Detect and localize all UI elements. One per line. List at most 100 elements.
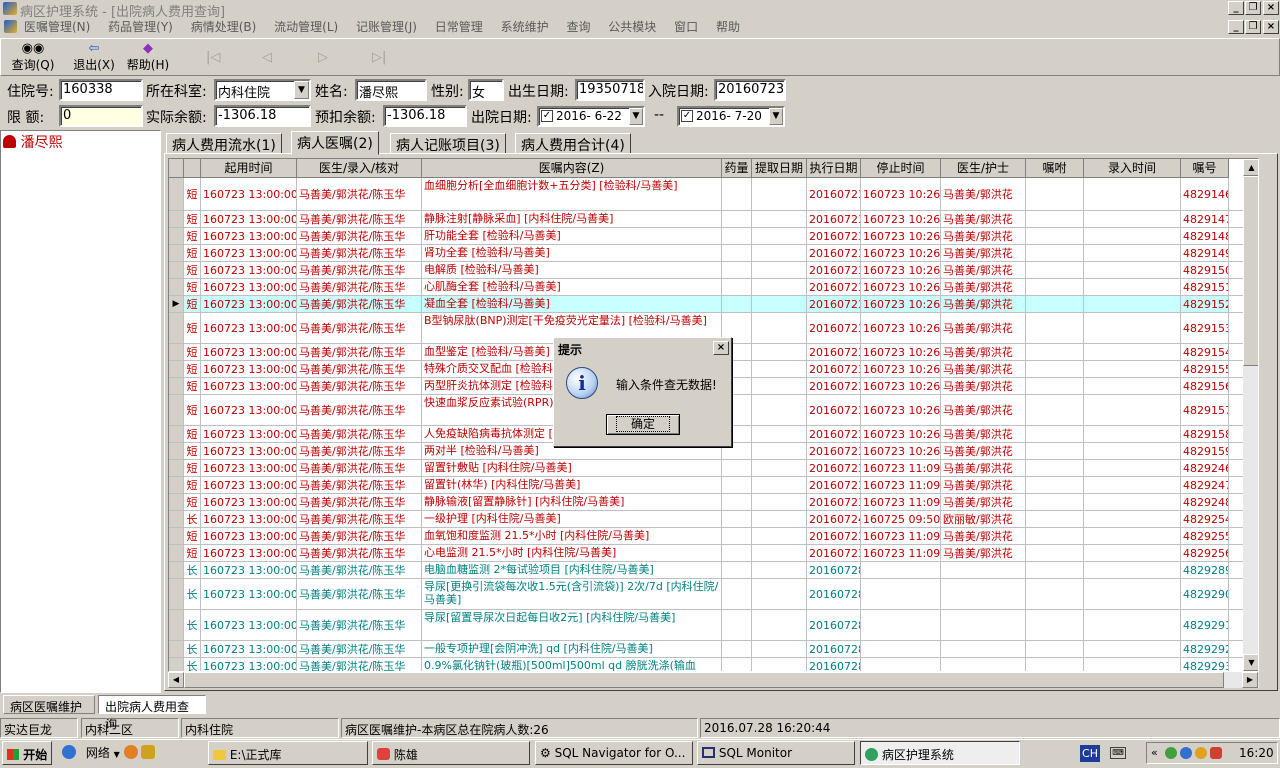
tray-expand-icon[interactable]: « (1151, 746, 1158, 759)
restore-button[interactable]: ❐ (1245, 1, 1261, 15)
scroll-down-icon[interactable]: ▼ (1243, 654, 1258, 671)
menu-public[interactable]: 公共模块 (608, 20, 656, 34)
table-row[interactable]: 长 160723 13:00:00 马善美/郭洪花/陈玉华 0.9%氯化钠针(玻瓶)[… (169, 658, 1258, 671)
col-entry-time[interactable]: 录入时间 (1084, 159, 1181, 178)
table-row[interactable]: 短 160723 13:00:00 马善美/郭洪花/陈玉华 肾功全套 [检验科/马善美… (169, 245, 1258, 262)
row-indicator[interactable] (169, 344, 184, 360)
menu-window[interactable]: 窗口 (674, 20, 698, 34)
tab-fee-total[interactable]: 病人费用合计(4) (515, 133, 631, 154)
ime-indicator[interactable]: CH (1080, 745, 1100, 762)
row-indicator[interactable] (169, 178, 184, 210)
dialog-ok-button[interactable]: 确定 (606, 414, 680, 435)
menu-daily[interactable]: 日常管理 (435, 20, 483, 34)
scroll-up-icon[interactable]: ▲ (1243, 159, 1258, 176)
admission-no-field[interactable]: 160338 (59, 79, 143, 101)
table-row[interactable]: 长 160723 13:00:00 马善美/郭洪花/陈玉华 一般专项护理[会阴冲洗] … (169, 641, 1258, 658)
next-record-icon[interactable]: ▷ (318, 50, 328, 65)
row-indicator[interactable] (169, 279, 184, 295)
row-indicator[interactable] (169, 395, 184, 425)
menu-order[interactable]: 医嘱管理(N) (24, 20, 90, 34)
row-indicator[interactable] (169, 228, 184, 244)
row-indicator[interactable] (169, 245, 184, 261)
menu-query[interactable]: 查询 (566, 20, 590, 34)
col-exec-date[interactable]: 执行日期 (807, 159, 861, 178)
row-indicator[interactable] (169, 361, 184, 377)
tray-network-icon[interactable] (1180, 747, 1192, 759)
col-instruction[interactable]: 嘱咐 (1026, 159, 1084, 178)
menu-system[interactable]: 系统维护 (501, 20, 549, 34)
sex-field[interactable]: 女 (468, 79, 504, 101)
table-row[interactable]: 短 160723 13:00:00 马善美/郭洪花/陈玉华 留置针(林华) [内科住院… (169, 477, 1258, 494)
tray-volume-icon[interactable] (1210, 747, 1222, 759)
menu-help[interactable]: 帮助 (716, 20, 740, 34)
table-row[interactable]: 长 160723 13:00:00 马善美/郭洪花/陈玉华 电脑血糖监测 2*每试验项… (169, 562, 1258, 579)
col-dose[interactable]: 药量 (722, 159, 752, 178)
start-button[interactable]: 开始 (2, 741, 52, 765)
child-minimize-button[interactable]: _ (1228, 20, 1244, 34)
discharge-from-checkbox[interactable]: ✓ (541, 110, 553, 122)
table-row[interactable]: ▶ 短 160723 13:00:00 马善美/郭洪花/陈玉华 凝血全套 [检验科/马善… (169, 296, 1258, 313)
child-close-button[interactable]: × (1263, 20, 1279, 34)
taskbar-item-sql-navigator[interactable]: ⚙ SQL Navigator for O... (535, 741, 693, 765)
chevron-down-icon[interactable]: ▼ (629, 108, 643, 125)
dept-select[interactable]: 内科住院 ▼ (214, 79, 311, 101)
exit-button[interactable]: ⇦ 退出(X) (68, 42, 120, 73)
table-row[interactable]: 短 160723 13:00:00 马善美/郭洪花/陈玉华 电解质 [检验科/马善美]… (169, 262, 1258, 279)
app-shortcut-icon[interactable] (141, 745, 156, 759)
discharge-to-checkbox[interactable]: ✓ (681, 110, 693, 122)
tab-orders[interactable]: 病人医嘱(2) (291, 131, 379, 155)
row-selector-icon[interactable]: ▶ (169, 296, 184, 312)
col-content[interactable]: 医嘱内容(Z) (422, 159, 722, 178)
bottom-tab-discharge-query[interactable]: 出院病人费用查询 (98, 695, 206, 731)
row-indicator[interactable] (169, 426, 184, 442)
firefox-icon[interactable] (123, 745, 138, 759)
limit-field[interactable]: 0 (59, 105, 143, 127)
prev-record-icon[interactable]: ◁ (262, 50, 272, 65)
table-row[interactable]: 短 160723 13:00:00 马善美/郭洪花/陈玉华 静脉注射[静脉采血] [内… (169, 211, 1258, 228)
row-indicator[interactable] (169, 443, 184, 459)
col-start-time[interactable]: 起用时间 (201, 159, 297, 178)
discharge-from-picker[interactable]: ✓ 2016- 6-22 ▼ (537, 106, 645, 127)
chevron-down-icon[interactable]: ▼ (114, 750, 120, 759)
discharge-to-picker[interactable]: ✓ 2016- 7-20 ▼ (677, 106, 785, 127)
scroll-thumb[interactable] (1243, 176, 1258, 366)
hscroll-thumb[interactable] (184, 672, 1224, 688)
first-record-icon[interactable]: |◁ (206, 50, 220, 65)
table-row[interactable]: 短 160723 13:00:00 马善美/郭洪花/陈玉华 心电监测 21.5*小时 … (169, 545, 1258, 562)
row-indicator[interactable] (169, 562, 184, 578)
chevron-down-icon[interactable]: ▼ (769, 108, 783, 125)
col-extract-date[interactable]: 提取日期 (752, 159, 807, 178)
patient-list-item[interactable]: 潘尽熙 (1, 131, 160, 153)
col-nurse[interactable]: 医生/护士 (941, 159, 1026, 178)
minimize-button[interactable]: _ (1228, 1, 1244, 15)
menu-account[interactable]: 记账管理(J) (356, 20, 417, 34)
close-button[interactable]: × (1263, 1, 1279, 15)
tab-billing-items[interactable]: 病人记账项目(3) (390, 133, 506, 154)
bottom-tab-orders[interactable]: 病区医嘱维护 (3, 695, 95, 714)
row-indicator[interactable] (169, 494, 184, 510)
taskbar-item-nursing-system[interactable]: 病区护理系统 (860, 741, 1020, 765)
taskbar-item-sql-monitor[interactable]: SQL Monitor (697, 741, 855, 765)
menu-condition[interactable]: 病情处理(B) (191, 20, 257, 34)
tray-qq-icon[interactable] (1195, 747, 1207, 759)
row-indicator[interactable] (169, 262, 184, 278)
scroll-left-icon[interactable]: ◀ (168, 672, 184, 688)
scroll-right-icon[interactable]: ▶ (1242, 672, 1258, 688)
network-label[interactable]: 网络 (86, 746, 110, 760)
ie-icon[interactable] (62, 745, 76, 759)
row-indicator[interactable] (169, 579, 184, 609)
query-button[interactable]: ◉◉ 查询(Q) (8, 42, 58, 73)
tray-app-icon[interactable] (1165, 747, 1177, 759)
balance-field[interactable]: -1306.18 (214, 105, 311, 127)
vertical-scrollbar[interactable]: ▲ ▼ (1243, 159, 1258, 671)
col-order-no[interactable]: 嘱号 (1181, 159, 1229, 178)
prebalance-field[interactable]: -1306.18 (383, 105, 467, 127)
name-field[interactable]: 潘尽熙 (355, 79, 427, 101)
table-row[interactable]: 短 160723 13:00:00 马善美/郭洪花/陈玉华 血细胞分析[全血细胞计数+… (169, 178, 1258, 211)
keyboard-icon[interactable]: ⌨ (1110, 747, 1126, 759)
row-indicator[interactable] (169, 545, 184, 561)
row-indicator[interactable] (169, 313, 184, 343)
row-indicator[interactable] (169, 511, 184, 527)
row-indicator[interactable] (169, 378, 184, 394)
help-button[interactable]: ◆ 帮助(H) (124, 42, 172, 73)
